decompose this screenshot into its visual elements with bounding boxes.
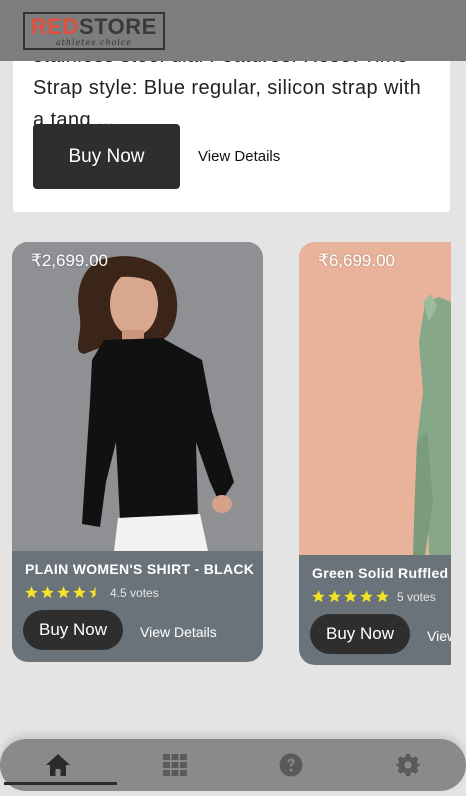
- star-icon: [41, 586, 54, 599]
- help-icon: [279, 753, 303, 777]
- home-icon: [46, 754, 71, 776]
- app-header: REDSTORE athletes choice: [0, 0, 466, 61]
- rating-stars: [311, 589, 390, 604]
- product-card[interactable]: ₹2,699.00 PLAIN WOMEN'S SHIRT - BLACK 4.…: [12, 242, 263, 662]
- app-screen: stainless steel dial Features: Reset Tim…: [0, 0, 466, 796]
- rating-stars: [24, 585, 103, 600]
- star-icon: [360, 590, 373, 603]
- product-name: PLAIN WOMEN'S SHIRT - BLACK: [25, 561, 255, 577]
- buy-now-button[interactable]: Buy Now: [23, 610, 123, 650]
- nav-settings[interactable]: [350, 739, 466, 791]
- product-image[interactable]: [299, 242, 451, 555]
- star-icon: [25, 586, 38, 599]
- bottom-nav: [0, 739, 466, 791]
- nav-home[interactable]: [0, 739, 117, 791]
- logo-text-red: RED: [31, 14, 79, 39]
- buy-now-button[interactable]: Buy Now: [310, 614, 410, 654]
- redstore-logo[interactable]: REDSTORE athletes choice: [23, 12, 165, 50]
- view-details-link[interactable]: View: [427, 628, 451, 644]
- product-price: ₹2,699.00: [31, 251, 108, 270]
- woman-black-shirt-image: [12, 242, 263, 551]
- votes-count: 5 votes: [397, 589, 436, 604]
- nav-apps[interactable]: [117, 739, 234, 791]
- product-name: Green Solid Ruffled: [312, 565, 449, 581]
- star-half-icon: [89, 586, 96, 599]
- star-icon: [376, 590, 389, 603]
- product-image[interactable]: [12, 242, 263, 551]
- product-card[interactable]: ₹6,699.00 Green Solid Ruffled 5 votes Bu…: [299, 242, 451, 665]
- star-icon: [312, 590, 325, 603]
- settings-gear-icon: [395, 754, 420, 776]
- votes-count: 4.5 votes: [110, 585, 159, 600]
- star-icon: [328, 590, 341, 603]
- apps-grid-icon: [162, 754, 187, 776]
- product-rating: 5 votes: [311, 589, 436, 604]
- green-ruffled-dress-image: [299, 242, 451, 555]
- view-details-link[interactable]: View Details: [140, 624, 217, 640]
- buy-now-button[interactable]: Buy Now: [33, 124, 180, 189]
- view-details-link[interactable]: View Details: [198, 148, 280, 165]
- nav-help[interactable]: [233, 739, 350, 791]
- product-rating: 4.5 votes: [24, 585, 159, 600]
- star-icon: [73, 586, 86, 599]
- logo-tagline: athletes choice: [55, 38, 133, 47]
- product-price: ₹6,699.00: [318, 251, 395, 270]
- logo-text-dark: STORE: [78, 14, 157, 39]
- star-icon: [57, 586, 70, 599]
- star-icon: [344, 590, 357, 603]
